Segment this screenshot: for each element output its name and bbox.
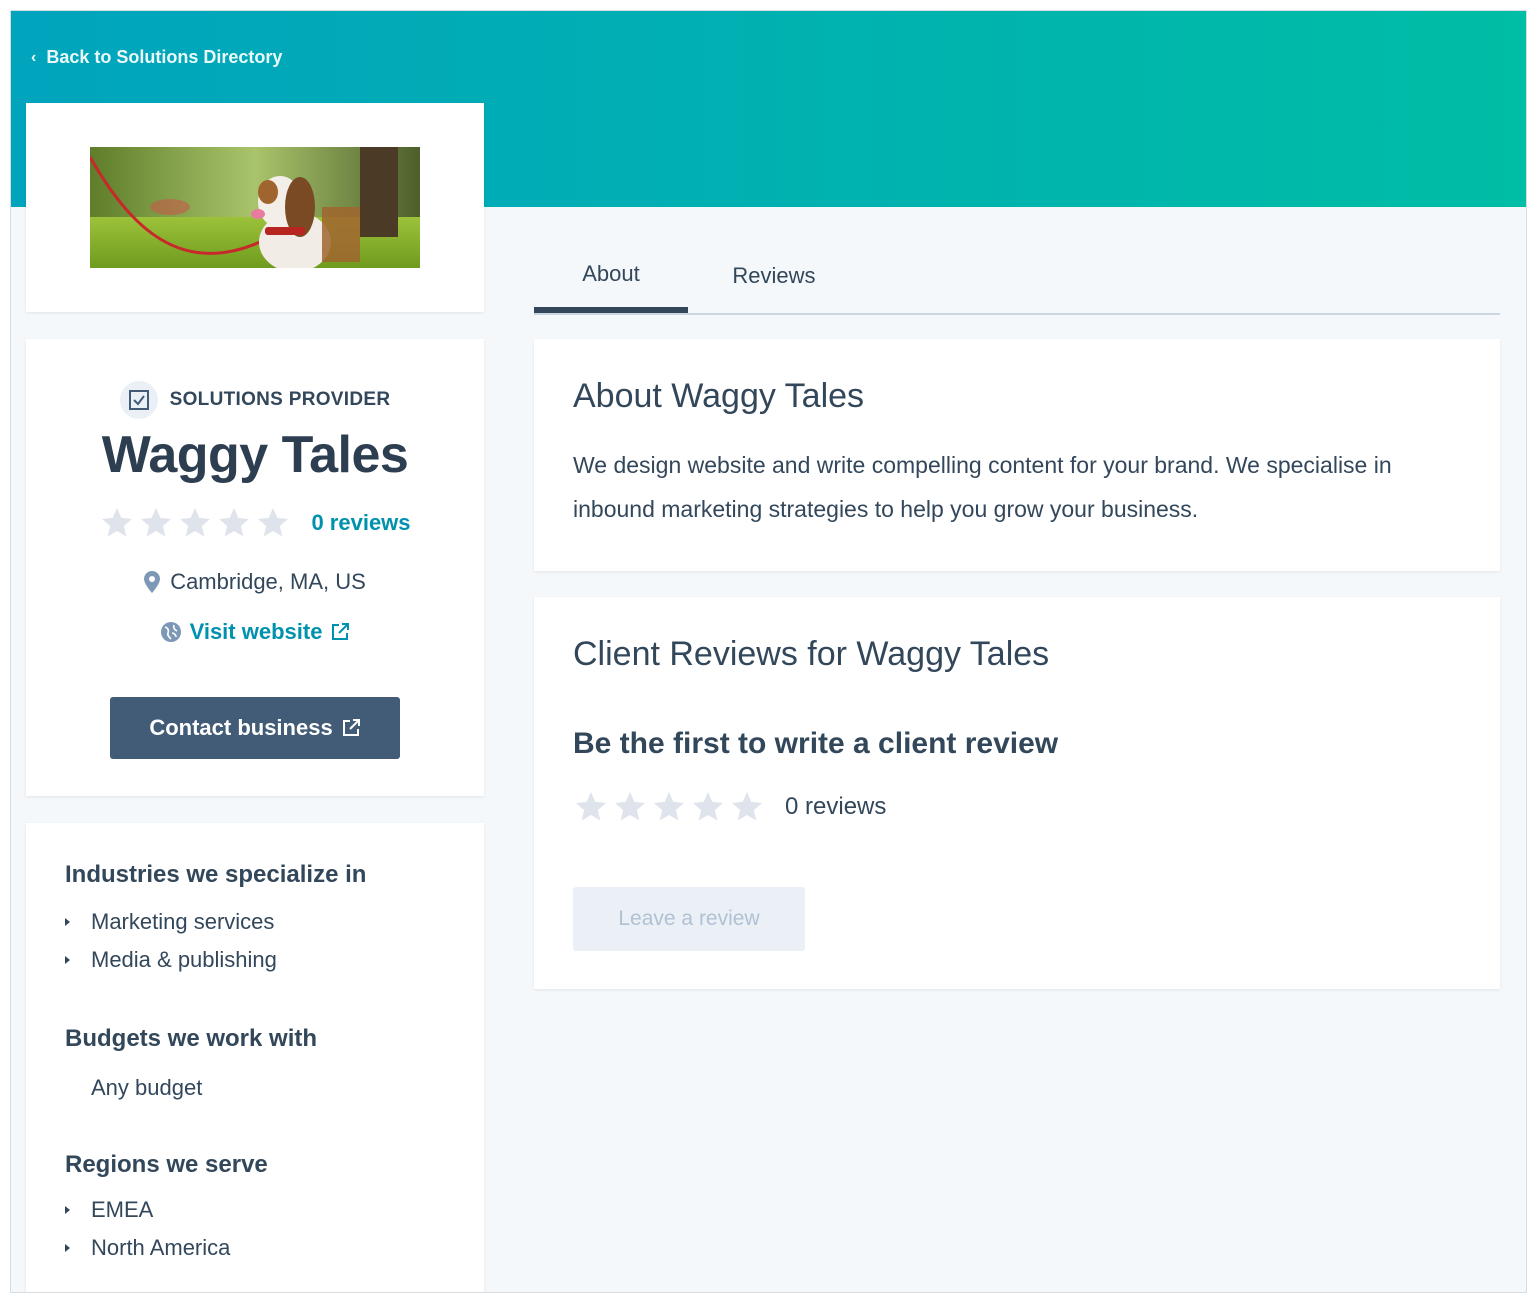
globe-icon: [160, 622, 181, 642]
location-text: Cambridge, MA, US: [170, 569, 366, 594]
contact-business-button[interactable]: Contact business: [110, 697, 400, 759]
list-item: Media & publishing: [65, 941, 277, 979]
client-rating: 0 reviews: [573, 789, 886, 825]
regions-list: EMEA North America: [65, 1191, 230, 1267]
chevron-left-icon: ‹: [31, 48, 37, 66]
external-link-icon: [342, 719, 360, 736]
back-link-label: Back to Solutions Directory: [46, 47, 283, 67]
provider-badge: SOLUTIONS PROVIDER: [26, 381, 484, 419]
star-icon: [180, 508, 211, 537]
back-to-directory-link[interactable]: ‹ Back to Solutions Directory: [31, 47, 282, 68]
star-icon: [693, 792, 723, 821]
map-pin-icon: [144, 571, 161, 593]
first-review-prompt: Be the first to write a client review: [573, 727, 1059, 760]
star-icon: [654, 792, 684, 821]
star-icon: [576, 792, 606, 821]
star-icon: [102, 508, 133, 537]
regions-heading: Regions we serve: [65, 1151, 268, 1178]
visit-website-link[interactable]: Visit website: [26, 619, 484, 645]
external-link-icon: [332, 623, 350, 640]
profile-tabs: About Reviews: [534, 241, 1500, 315]
provider-rating: 0 reviews: [26, 505, 484, 541]
star-icon: [615, 792, 645, 821]
client-reviews-card: Client Reviews for Waggy Tales Be the fi…: [534, 597, 1500, 989]
page-frame: ‹ Back to Solutions Directory SOLUTIONS …: [11, 11, 1526, 1292]
leave-review-button[interactable]: Leave a review: [573, 887, 805, 951]
star-rating: [99, 505, 291, 541]
tab-about[interactable]: About: [534, 241, 688, 313]
provider-details-card: Industries we specialize in Marketing se…: [26, 823, 484, 1292]
about-title: About Waggy Tales: [573, 377, 865, 415]
list-item: Marketing services: [65, 903, 277, 941]
visit-website-label: Visit website: [189, 619, 323, 644]
star-icon: [258, 508, 289, 537]
reviews-count-link[interactable]: 0 reviews: [311, 510, 410, 536]
client-reviews-count: 0 reviews: [785, 793, 887, 820]
star-icon: [732, 792, 762, 821]
industries-list: Marketing services Media & publishing: [65, 903, 277, 979]
contact-business-label: Contact business: [149, 715, 333, 740]
budget-value: Any budget: [91, 1075, 203, 1100]
star-icon: [141, 508, 172, 537]
client-reviews-title: Client Reviews for Waggy Tales: [573, 635, 1050, 673]
location: Cambridge, MA, US: [26, 569, 484, 595]
industries-heading: Industries we specialize in: [65, 861, 367, 888]
about-body: We design website and write compelling c…: [573, 452, 1392, 522]
about-card: About Waggy Tales We design website and …: [534, 339, 1500, 571]
budgets-heading: Budgets we work with: [65, 1025, 318, 1052]
star-icon: [219, 508, 250, 537]
provider-badge-label: SOLUTIONS PROVIDER: [169, 389, 391, 410]
provider-summary-card: SOLUTIONS PROVIDER Waggy Tales 0 reviews…: [26, 339, 484, 796]
logo-card: [26, 103, 484, 312]
verified-checkbox-icon: [119, 381, 158, 419]
tab-reviews[interactable]: Reviews: [696, 241, 852, 311]
list-item: North America: [65, 1229, 230, 1267]
company-logo-image: [90, 147, 420, 268]
company-name: Waggy Tales: [101, 426, 409, 484]
star-rating: [573, 789, 765, 825]
list-item: EMEA: [65, 1191, 230, 1229]
